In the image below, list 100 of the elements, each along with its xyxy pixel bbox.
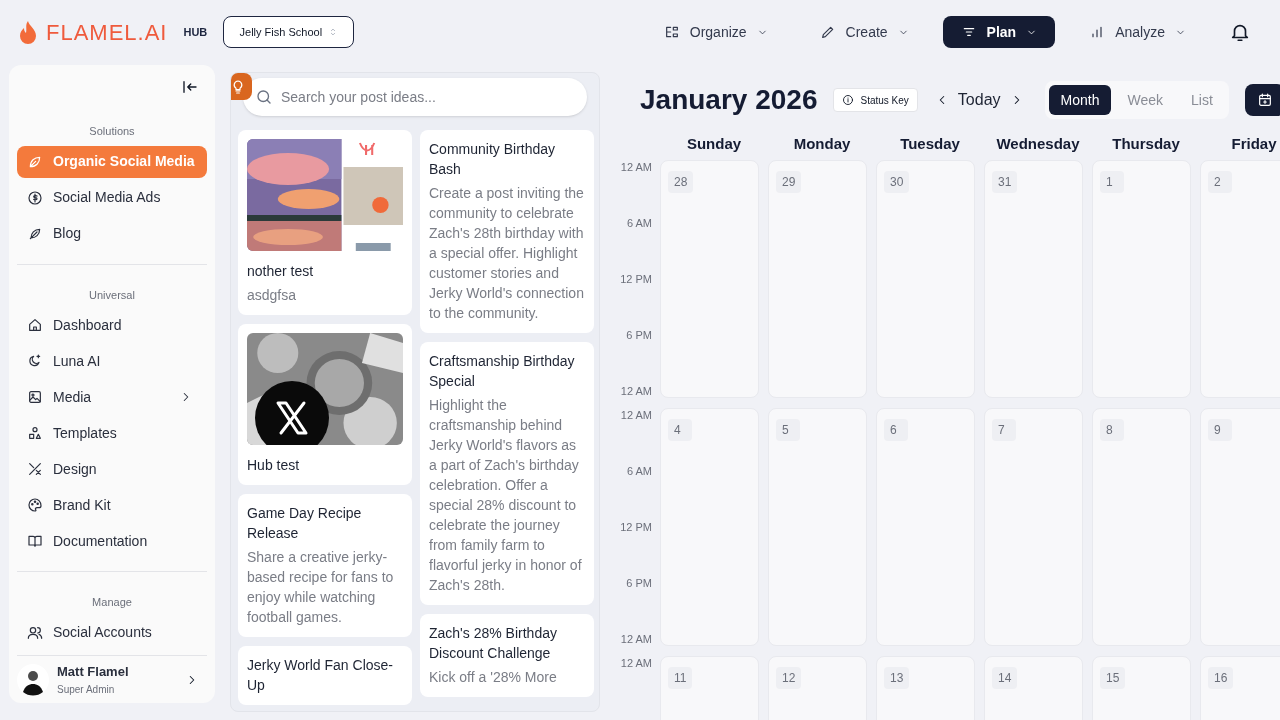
weekday-header: Friday [1231,133,1277,154]
time-label: 6 PM [626,328,652,342]
idea-card[interactable]: nother test asdgfsa [238,130,412,315]
moon-icon [27,353,43,369]
today-button[interactable]: Today [957,88,1001,112]
sidebar-item[interactable]: Design [17,453,207,485]
search-input[interactable]: Search your post ideas... [281,86,575,108]
sidebar-item[interactable]: Blog [17,217,207,250]
idea-title: nother test [247,262,315,281]
weekday-header: Sunday [686,133,742,154]
day-cell[interactable]: 9 [1200,408,1280,646]
idea-title: Hub test [247,456,301,475]
time-label: 12 PM [620,272,652,286]
day-number: 14 [992,667,1018,689]
weekday-header: Monday [793,133,851,154]
idea-description: Highlight the craftsmanship behind Jerky World's flavors as a part of Zach's birthday celebration. Offer a special 28% discount to celebrate the journey from family farm to flavorful jerky in honor of Zach's 28th. [429,396,583,595]
day-cell[interactable]: 16 [1200,656,1280,720]
sidebar-item[interactable]: Luna AI [17,345,207,377]
idea-card[interactable]: Hub test [238,324,412,485]
day-number: 28 [668,171,694,193]
sidebar-item[interactable]: Templates [17,417,207,449]
day-cell[interactable]: 30 [876,160,975,398]
month-title: January 2026 [640,83,818,117]
search-icon [255,88,273,106]
day-cell[interactable]: 7 [984,408,1083,646]
day-number: 7 [992,419,1016,441]
section-title: Manage [91,595,133,610]
nav-tab[interactable]: Plan [942,16,1056,48]
idea-title: Community Birthday Bash [429,140,557,179]
day-cell[interactable]: 28 [660,160,759,398]
add-event-button[interactable] [1244,84,1280,116]
day-cell[interactable]: 2 [1200,160,1280,398]
idea-card[interactable]: Game Day Recipe Release Share a creative jerky-based recipe for fans to enjoy while watching football games. [238,494,412,637]
shapes-icon [27,425,43,441]
day-number: 11 [668,667,693,689]
time-label: 12 AM [620,408,652,422]
idea-title: Jerky World Fan Close-Up [247,656,394,695]
day-number: 5 [776,419,800,441]
day-number: 1 [1100,171,1124,193]
idea-description: Share a creative jerky-based recipe for fans to enjoy while watching football games. [247,548,395,627]
workspace-selector[interactable]: Jelly Fish School [223,16,355,48]
x-logo-icon [255,381,329,445]
day-number: 13 [884,667,910,689]
time-label: 12 AM [620,384,652,398]
idea-title: Zach's 28% Birthday Discount Challenge [429,624,558,663]
day-cell[interactable]: 12 [768,656,867,720]
sidebar-item[interactable]: Dashboard [17,309,207,341]
day-cell[interactable]: 15 [1092,656,1191,720]
users-icon [27,624,43,641]
nav-tab[interactable]: Analyze [1071,16,1204,48]
day-number: 8 [1100,419,1124,441]
idea-description: Kick off a '28% More [429,668,558,687]
idea-title: Craftsmanship Birthday Special [429,352,576,391]
idea-card[interactable]: Zach's 28% Birthday Discount Challenge Kick off a '28% More [420,614,594,697]
day-number: 6 [884,419,908,441]
sidebar-item[interactable]: Media [17,381,207,413]
time-label: 6 AM [626,464,652,478]
tools-icon [27,461,43,477]
search-field[interactable]: Search your post ideas... [243,78,587,116]
time-label: 12 AM [620,632,652,646]
nav-tab[interactable]: Organize [645,16,786,48]
day-cell[interactable]: 29 [768,160,867,398]
view-tab[interactable]: Month [1048,85,1112,115]
palette-icon [27,497,43,513]
idea-card[interactable]: Jerky World Fan Close-Up [238,646,412,705]
flowchart-icon [663,24,680,40]
time-label: 6 AM [626,216,652,230]
day-cell[interactable]: 13 [876,656,975,720]
day-cell[interactable]: 6 [876,408,975,646]
day-number: 30 [884,171,910,193]
weekday-header: Thursday [1112,133,1180,154]
day-number: 29 [776,171,802,193]
sidebar-item[interactable]: Brand Kit [17,489,207,521]
day-number: 2 [1208,171,1232,193]
day-cell[interactable]: 5 [768,408,867,646]
calendar-plus-icon [1256,92,1273,108]
day-cell[interactable]: 4 [660,408,759,646]
pen-icon [819,24,836,40]
day-number: 16 [1208,667,1234,689]
day-number: 9 [1208,419,1232,441]
section-title: Solutions [88,124,136,139]
time-label: 12 PM [620,520,652,534]
sidebar-item[interactable]: Social Media Ads [17,181,207,214]
day-cell[interactable]: 14 [984,656,1083,720]
weekday-header: Wednesday [996,133,1080,154]
nav-tab[interactable]: Create [801,16,927,48]
day-cell[interactable]: 11 [660,656,759,720]
sidebar-item[interactable]: Social Accounts [17,616,207,649]
time-label: 12 AM [620,160,652,174]
sidebar-item[interactable]: Documentation [17,525,207,557]
day-cell[interactable]: 31 [984,160,1083,398]
info-icon [842,94,855,106]
time-label: 6 PM [626,576,652,590]
status-key-button[interactable]: Status Key [833,88,918,112]
day-cell[interactable]: 1 [1092,160,1191,398]
day-cell[interactable]: 8 [1092,408,1191,646]
book-icon [27,533,43,549]
day-number: 12 [776,667,802,689]
idea-card[interactable]: Community Birthday Bash Create a post inviting the community to celebrate Zach's 28th birthday with a special offer. Highlight customer stories and Jerky World's connection to the community. [420,130,594,333]
ideas-badge[interactable] [231,73,252,100]
